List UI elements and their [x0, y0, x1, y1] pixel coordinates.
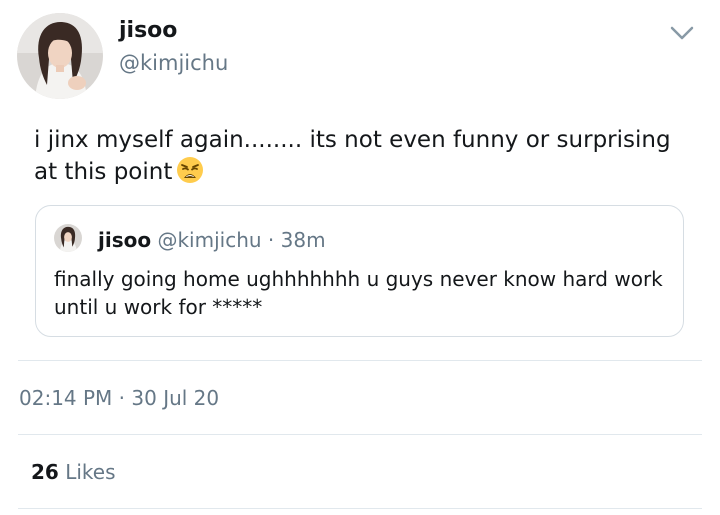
quoted-tweet-header: jisoo @kimjichu · 38m — [98, 228, 326, 252]
chevron-down-icon[interactable] — [668, 23, 696, 43]
quoted-tweet-display-name: jisoo — [98, 228, 152, 252]
weary-face-emoji — [176, 156, 204, 184]
quoted-tweet-separator: · — [267, 228, 275, 252]
quoted-tweet-time: 38m — [280, 228, 326, 252]
avatar[interactable] — [17, 13, 103, 99]
divider — [18, 434, 702, 435]
quoted-tweet-text: finally going home ughhhhhhh u guys neve… — [54, 267, 663, 319]
tweet-timestamp[interactable]: 02:14 PM · 30 Jul 20 — [19, 385, 219, 411]
avatar-photo — [17, 13, 103, 99]
likes-label: Likes — [65, 460, 116, 484]
likes-link[interactable]: 26 Likes — [31, 459, 116, 485]
divider — [18, 360, 702, 361]
quoted-tweet-avatar — [54, 224, 82, 252]
user-handle[interactable]: @kimjichu — [119, 50, 228, 76]
quoted-tweet-card[interactable]: jisoo @kimjichu · 38m finally going home… — [35, 205, 684, 337]
tweet-text: i jinx myself again........ its not even… — [34, 124, 674, 188]
display-name[interactable]: jisoo — [119, 18, 177, 44]
tweet-body: i jinx myself again........ its not even… — [34, 127, 671, 185]
likes-count: 26 — [31, 460, 59, 484]
divider — [18, 508, 702, 509]
quoted-tweet-handle: @kimjichu — [157, 228, 262, 252]
